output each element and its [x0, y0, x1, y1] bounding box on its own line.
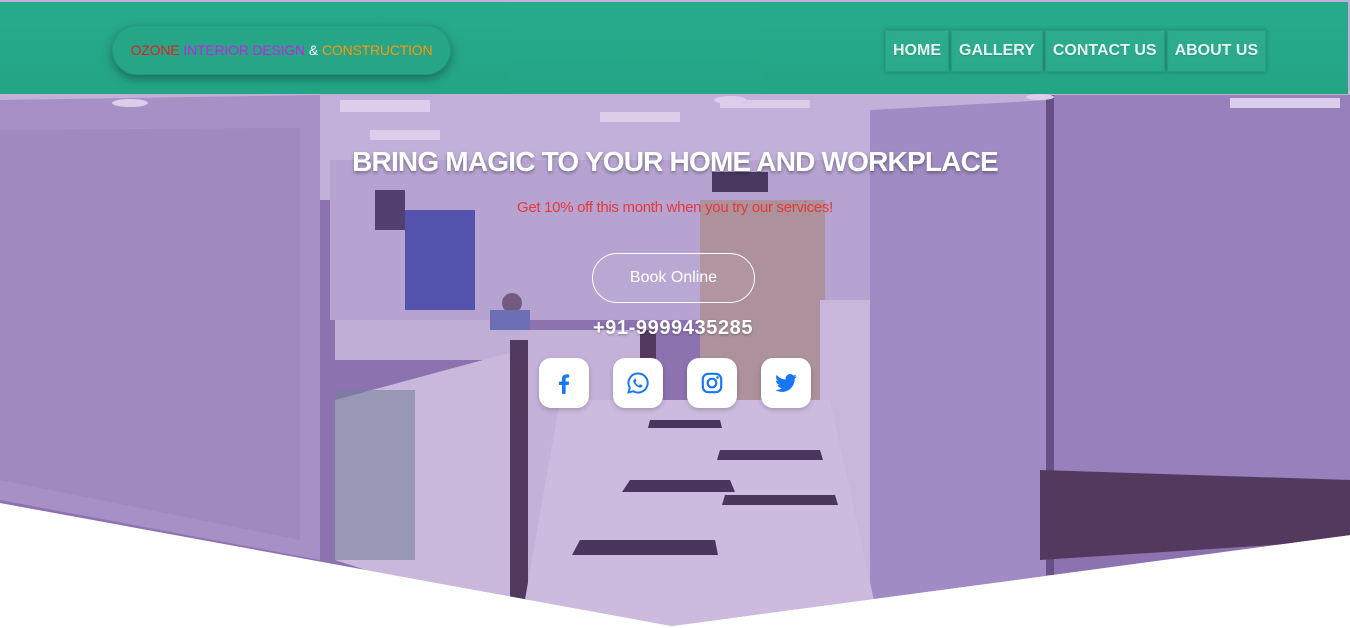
social-links: [539, 358, 811, 408]
main-nav: HOME GALLERY CONTACT US ABOUT US: [885, 30, 1268, 72]
hero-background: [0, 0, 1350, 626]
nav-about-us[interactable]: ABOUT US: [1166, 30, 1267, 72]
nav-home[interactable]: HOME: [885, 30, 949, 72]
facebook-button[interactable]: [539, 358, 589, 408]
brand-word-construction: CONSTRUCTION: [322, 42, 433, 58]
instagram-button[interactable]: [687, 358, 737, 408]
brand-logo[interactable]: OZONE INTERIOR DESIGN & CONSTRUCTION: [112, 25, 451, 75]
book-online-button[interactable]: Book Online: [592, 253, 755, 303]
whatsapp-button[interactable]: [613, 358, 663, 408]
brand-word-interior-design: INTERIOR DESIGN: [183, 42, 305, 58]
whatsapp-icon: [627, 372, 649, 394]
hero-title: BRING MAGIC TO YOUR HOME AND WORKPLACE: [352, 146, 999, 177]
site-header: OZONE INTERIOR DESIGN & CONSTRUCTION HOM…: [0, 2, 1348, 94]
facebook-icon: [558, 374, 570, 394]
nav-gallery[interactable]: GALLERY: [951, 30, 1043, 72]
nav-contact-us[interactable]: CONTACT US: [1044, 30, 1165, 72]
brand-word-ozone: OZONE: [130, 42, 180, 58]
hero-tint-overlay: [0, 0, 1350, 626]
twitter-button[interactable]: [761, 358, 811, 408]
phone-number[interactable]: +91-9999435285: [0, 317, 1346, 340]
hero-offer-text: Get 10% off this month when you try our …: [516, 199, 833, 216]
twitter-icon: [775, 374, 797, 392]
instagram-icon: [701, 372, 723, 394]
brand-word-ampersand: &: [308, 42, 318, 58]
